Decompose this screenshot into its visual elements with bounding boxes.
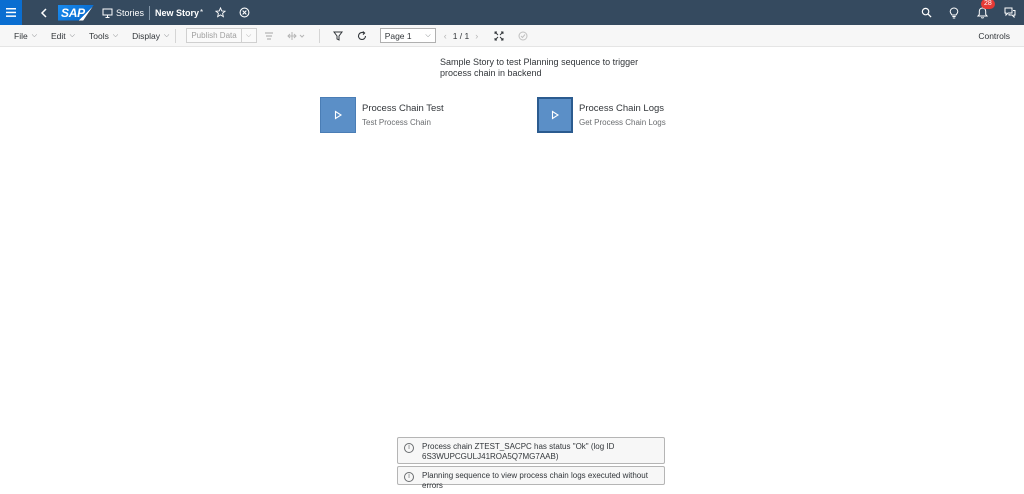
notification-count-badge: 28	[981, 0, 995, 9]
toolbar-separator	[175, 28, 177, 43]
close-story-button[interactable]	[237, 6, 251, 20]
close-circle-icon	[239, 7, 250, 18]
stories-link[interactable]: Stories	[102, 8, 144, 18]
presentation-icon	[102, 8, 113, 18]
filter-icon	[332, 31, 343, 41]
tile-subtitle: Get Process Chain Logs	[579, 118, 666, 127]
refresh-button[interactable]	[355, 29, 369, 43]
shell-separator	[149, 5, 151, 20]
check-circle-icon	[518, 31, 528, 40]
shell-bar: SAP Stories New Story * 28	[0, 0, 1024, 25]
run-process-chain-logs-button[interactable]	[537, 97, 573, 133]
file-menu[interactable]: File ⌵	[14, 31, 37, 41]
stories-label: Stories	[116, 7, 145, 18]
search-icon	[921, 7, 932, 18]
edit-menu[interactable]: Edit ⌵	[51, 31, 75, 41]
story-toolbar: File ⌵ Edit ⌵ Tools ⌵ Display ⌵ Publish Data…	[0, 25, 1024, 47]
edit-menu-label: Edit	[51, 30, 66, 41]
star-icon	[214, 7, 226, 18]
fullscreen-button[interactable]	[492, 29, 506, 43]
help-button[interactable]	[947, 6, 961, 20]
fullscreen-icon	[494, 31, 504, 40]
info-icon: i	[404, 443, 414, 453]
lightbulb-icon	[949, 6, 959, 18]
page-select-value: Page 1	[384, 30, 412, 41]
file-menu-label: File	[14, 30, 28, 41]
play-icon	[551, 110, 560, 120]
move-arrows-icon	[286, 31, 305, 40]
publish-data-button[interactable]: Publish Data	[186, 28, 242, 43]
hamburger-icon	[6, 8, 16, 17]
data-refresh-button[interactable]	[262, 29, 276, 43]
discussions-button[interactable]	[1003, 6, 1017, 20]
play-icon	[334, 110, 343, 120]
page-navigator: ‹ 1 / 1 ›	[444, 31, 479, 41]
favorite-button[interactable]	[213, 6, 227, 20]
run-process-chain-test-button[interactable]	[320, 97, 356, 133]
message-text: Planning sequence to view process chain …	[422, 471, 648, 490]
chevron-down-icon: ⌵	[31, 31, 38, 39]
unsaved-marker: *	[200, 8, 204, 17]
sap-logo[interactable]: SAP	[58, 4, 94, 21]
chat-icon	[1004, 7, 1016, 18]
chevron-down-icon: ⌵	[425, 31, 431, 39]
refresh-icon	[357, 30, 366, 40]
process-chain-test-tile[interactable]: Process Chain Test Test Process Chain	[320, 97, 444, 133]
check-button[interactable]	[516, 29, 530, 43]
notifications-button[interactable]: 28	[975, 0, 995, 20]
chevron-down-icon: ⌵	[246, 31, 252, 39]
process-chain-logs-tile[interactable]: Process Chain Logs Get Process Chain Log…	[537, 97, 666, 133]
controls-button[interactable]: Controls	[978, 31, 1010, 41]
publish-data-dropdown[interactable]: ⌵	[241, 28, 257, 43]
story-description: Sample Story to test Planning sequence t…	[440, 57, 639, 78]
shell-right-actions: 28	[912, 0, 1024, 25]
back-button[interactable]	[36, 6, 50, 20]
message-text: Process chain ZTEST_SACPC has status "Ok…	[422, 442, 615, 461]
toolbar-separator	[318, 28, 320, 43]
page-select[interactable]: Page 1 ⌵	[379, 28, 436, 43]
data-analysis-icon	[264, 31, 273, 40]
previous-page-icon[interactable]: ‹	[444, 31, 447, 41]
navigate-button[interactable]	[286, 29, 308, 43]
message-toast[interactable]: i Process chain ZTEST_SACPC has status "…	[397, 437, 665, 464]
tools-menu[interactable]: Tools ⌵	[89, 31, 118, 41]
page-counter: 1 / 1	[452, 30, 470, 41]
tile-title: Process Chain Test	[362, 103, 444, 114]
chevron-down-icon: ⌵	[112, 31, 119, 39]
logo-text: SAP	[61, 5, 85, 20]
next-page-icon[interactable]: ›	[475, 31, 478, 41]
display-menu[interactable]: Display ⌵	[132, 31, 169, 41]
message-toast[interactable]: i Planning sequence to view process chai…	[397, 466, 665, 490]
chevron-left-icon	[40, 7, 47, 18]
tile-title: Process Chain Logs	[579, 103, 665, 114]
filter-button[interactable]	[331, 29, 345, 43]
tools-menu-label: Tools	[88, 30, 109, 41]
chevron-down-icon: ⌵	[164, 31, 170, 39]
story-title: New Story	[155, 7, 200, 18]
tile-subtitle: Test Process Chain	[362, 118, 431, 127]
display-menu-label: Display	[132, 30, 161, 41]
hamburger-menu-button[interactable]	[0, 0, 22, 25]
info-icon: i	[404, 472, 414, 482]
search-button[interactable]	[919, 6, 933, 20]
chevron-down-icon: ⌵	[69, 31, 75, 39]
